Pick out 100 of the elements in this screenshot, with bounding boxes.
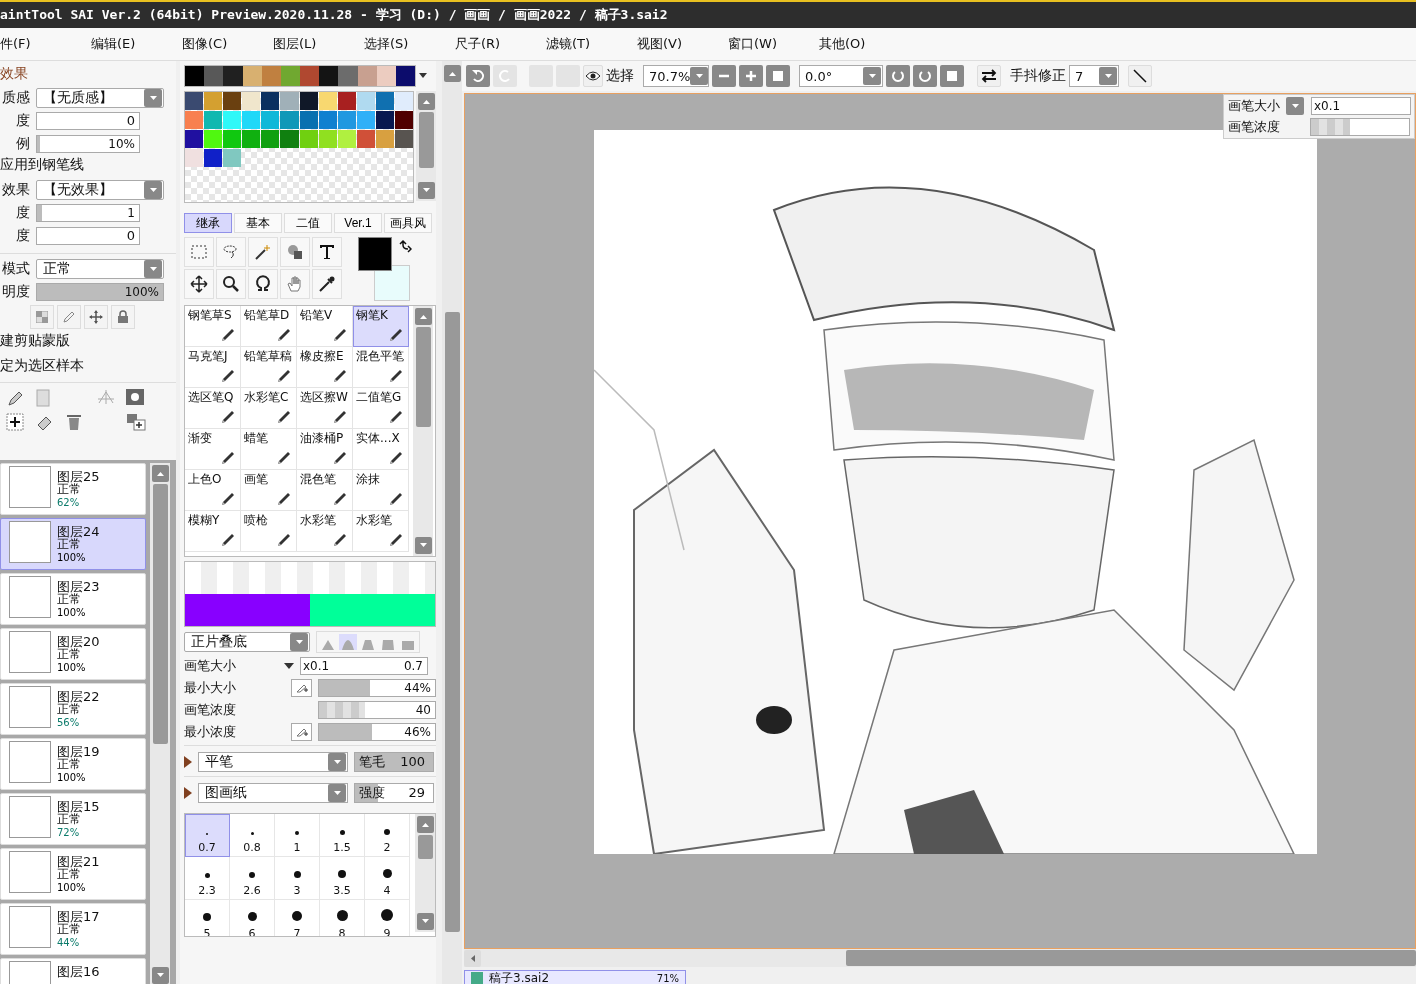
scrollbar[interactable] (415, 814, 435, 932)
menu-item[interactable]: 尺子(R) (455, 35, 546, 53)
brush-size-option[interactable]: 1 (275, 814, 320, 857)
layer-item[interactable]: 图层21 正常 100% (0, 848, 146, 900)
scrollbar[interactable] (464, 949, 1416, 967)
expand-icon[interactable] (184, 787, 192, 799)
brush-tool[interactable]: 钢笔K (353, 306, 409, 347)
menu-item[interactable]: 选择(S) (364, 35, 455, 53)
brush-tool[interactable]: 水彩笔C (241, 388, 297, 429)
scroll-up-button[interactable] (151, 465, 169, 482)
menu-item[interactable]: 滤镜(T) (546, 35, 637, 53)
dropdown-button[interactable] (144, 181, 162, 199)
slider[interactable]: 100% (36, 283, 164, 301)
tab[interactable]: 画具风 (384, 213, 432, 233)
brush-tool[interactable]: 喷枪 (241, 511, 297, 552)
swap-icon[interactable] (398, 239, 412, 253)
zoom-field[interactable]: 70.7% (643, 65, 709, 87)
brush-tool[interactable]: 水彩笔 (297, 511, 353, 552)
number-field[interactable]: 0 (36, 112, 140, 130)
rotate-icon[interactable] (253, 274, 273, 294)
slider[interactable]: 40 (317, 701, 436, 719)
scroll-up-button[interactable] (417, 93, 435, 110)
slider[interactable]: 1 (36, 204, 140, 222)
brush-tool[interactable]: 混色平笔 (353, 347, 409, 388)
dropdown[interactable]: 【无质感】 (36, 88, 164, 108)
scrollbar[interactable] (416, 91, 436, 201)
scroll-up-button[interactable] (416, 816, 434, 833)
brush-tool[interactable]: 渐变 (185, 429, 241, 470)
shapes-icon[interactable] (285, 242, 305, 262)
dropdown-arrow-icon[interactable] (284, 663, 294, 669)
scrollbar[interactable] (442, 61, 462, 984)
undo-button[interactable] (466, 65, 490, 87)
layer-item[interactable]: 图层16 (0, 958, 146, 984)
color-mixer[interactable] (184, 561, 436, 627)
scroll-left-button[interactable] (464, 949, 481, 967)
brush-size-option[interactable]: 2.3 (185, 857, 230, 900)
brush-tool[interactable]: 选区笔Q (185, 388, 241, 429)
brush-size-option[interactable]: 0.7 (185, 814, 230, 857)
scrollbar[interactable] (150, 463, 170, 984)
flip-button[interactable] (977, 65, 1001, 87)
reset-zoom-button[interactable] (766, 65, 790, 87)
brush-tool[interactable]: 实体...X (353, 429, 409, 470)
layer-item[interactable]: 图层20 正常 100% (0, 628, 146, 680)
brush-size-option[interactable]: 4 (365, 857, 410, 900)
menu-item[interactable]: 件(F) (0, 35, 91, 53)
rotate-right-button[interactable] (913, 65, 937, 87)
trash-icon[interactable] (66, 413, 82, 431)
brush-size-option[interactable]: 2.6 (230, 857, 275, 900)
dropdown-button[interactable] (1099, 67, 1117, 85)
slider[interactable] (1310, 118, 1410, 136)
angle-field[interactable]: 0.0° (799, 65, 883, 87)
move-icon[interactable] (189, 274, 209, 294)
layer-item[interactable]: 图层22 正常 56% (0, 683, 146, 735)
bristle-slider[interactable]: 笔毛 100 (354, 752, 434, 772)
dropdown-button[interactable] (1286, 97, 1304, 115)
dropdown[interactable]: 【无效果】 (36, 180, 164, 200)
menu-item[interactable]: 编辑(E) (91, 35, 182, 53)
brush-tool[interactable]: 画笔 (241, 470, 297, 511)
perspective-icon[interactable] (96, 389, 116, 407)
layer-item[interactable]: 图层25 正常 62% (0, 463, 146, 515)
document-tab[interactable]: 稿子3.sai2 71% (464, 970, 686, 984)
magic-wand-icon[interactable] (253, 242, 273, 262)
brush-tool[interactable]: 选区擦W (297, 388, 353, 429)
menu-item[interactable]: 图层(L) (273, 35, 364, 53)
brush-tool[interactable]: 铅笔草稿 (241, 347, 297, 388)
mask-icon[interactable] (126, 389, 144, 405)
size-field[interactable]: x0.1 (1311, 97, 1411, 115)
shape-dropdown[interactable]: 平笔 (198, 752, 348, 772)
option-label[interactable]: 定为选区样本 (0, 357, 176, 379)
layer-item[interactable]: 图层17 正常 44% (0, 903, 146, 955)
menu-item[interactable]: 窗口(W) (728, 35, 819, 53)
dropdown-button[interactable] (290, 633, 308, 651)
brush-tool[interactable]: 涂抹 (353, 470, 409, 511)
scroll-thumb[interactable] (417, 835, 433, 859)
layer-item[interactable]: 图层15 正常 72% (0, 793, 146, 845)
layer-item[interactable]: 图层19 正常 100% (0, 738, 146, 790)
brush-tool[interactable]: 油漆桶P (297, 429, 353, 470)
dropdown-button[interactable] (690, 67, 709, 85)
slider[interactable]: 44% (317, 679, 436, 697)
eyedropper-icon[interactable] (317, 274, 337, 294)
texture-dropdown[interactable]: 图画纸 (198, 783, 348, 803)
selection-icon[interactable] (189, 242, 209, 262)
scroll-up-button[interactable] (443, 65, 461, 82)
tab[interactable]: Ver.1 (334, 213, 382, 233)
zoom-icon[interactable] (221, 274, 241, 294)
tab[interactable]: 二值 (284, 213, 332, 233)
brush-size-option[interactable]: 3.5 (320, 857, 365, 900)
zoom-out-button[interactable] (712, 65, 736, 87)
slider[interactable]: 46% (317, 723, 436, 741)
brush-size-option[interactable]: 2 (365, 814, 410, 857)
size-field[interactable]: x0.1 0.7 (300, 657, 428, 675)
stabilizer-field[interactable]: 7 (1069, 65, 1119, 87)
slider[interactable]: 10% (36, 135, 140, 153)
checkbox-label[interactable]: 应用到钢笔线 (0, 156, 84, 178)
brush-tool[interactable]: 混色笔 (297, 470, 353, 511)
pressure-icon[interactable] (295, 726, 308, 738)
menu-item[interactable]: 视图(V) (637, 35, 728, 53)
brush-tool[interactable]: 蜡笔 (241, 429, 297, 470)
expand-icon[interactable] (184, 756, 192, 768)
brush-size-option[interactable]: 1.5 (320, 814, 365, 857)
